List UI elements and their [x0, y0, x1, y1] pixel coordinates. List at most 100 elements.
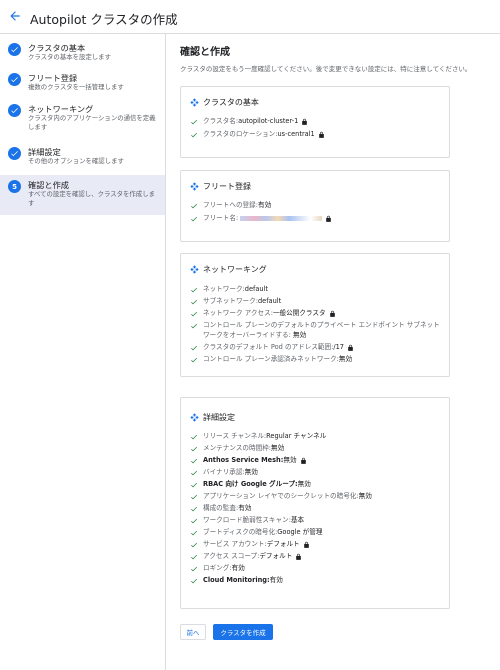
- arrow-back-icon[interactable]: [8, 9, 22, 23]
- summary-row: フリート名:: [190, 214, 332, 224]
- row-label: ネットワーク アクセス:: [203, 309, 273, 317]
- card-title: フリート登録: [203, 182, 251, 191]
- row-value: autopilot-cluster-1: [238, 117, 299, 125]
- summary-row: バイナリ承認: 無効: [190, 468, 258, 478]
- move-icon: [190, 265, 199, 274]
- summary-card-networking: ネットワーキング ネットワーク: default サブネットワーク: defau…: [180, 253, 450, 377]
- card-title: 詳細設定: [203, 413, 235, 422]
- row-value: 有効: [269, 576, 283, 584]
- row-value: 無効: [358, 492, 372, 500]
- lock-icon: [326, 215, 332, 222]
- step-number-badge: 5: [8, 180, 21, 193]
- summary-row: ロギング: 有効: [190, 564, 245, 574]
- check-circle-icon: [8, 73, 21, 86]
- row-label: バイナリ承認:: [203, 468, 245, 476]
- row-label: リリース チャンネル:: [203, 432, 267, 440]
- summary-row: ブートディスクの暗号化: Google が管理: [190, 528, 322, 538]
- row-label: フリートへの登録:: [203, 201, 258, 209]
- check-icon: [191, 518, 197, 524]
- step-networking[interactable]: ネットワーキング クラスタ内のアプリケーションの通信を定義します: [0, 101, 165, 141]
- row-label: メンテナンスの時間枠:: [203, 444, 272, 452]
- check-icon: [191, 530, 197, 536]
- check-icon: [191, 578, 197, 584]
- move-icon: [190, 182, 199, 191]
- step-advanced-settings[interactable]: 詳細設定 その他のオプションを確認します: [0, 144, 165, 174]
- check-circle-icon: [8, 147, 21, 160]
- move-icon: [190, 413, 199, 422]
- step-number: 5: [12, 182, 17, 191]
- row-value: default: [257, 297, 282, 305]
- summary-row: クラスタのロケーション: us-central1: [190, 130, 325, 140]
- row-label: フリート名:: [203, 214, 239, 222]
- row-label: アプリケーション レイヤでのシークレットの暗号化:: [203, 492, 359, 500]
- main-content: 確認と作成 クラスタの設定をもう一度確認してください。後で変更できない設定には、…: [166, 34, 500, 670]
- row-value: デフォルト: [266, 540, 300, 548]
- step-cluster-basics[interactable]: クラスタの基本 クラスタの基本を設定します: [0, 40, 165, 68]
- step-description: 複数のクラスタを一括管理します: [28, 83, 124, 91]
- summary-row: Anthos Service Mesh: 無効: [190, 456, 307, 466]
- summary-card-cluster-basics: クラスタの基本 クラスタ名: autopilot-cluster-1 クラスタの…: [180, 86, 450, 158]
- check-icon: [191, 470, 197, 476]
- summary-row: アクセス スコープ: デフォルト: [190, 552, 302, 562]
- row-value: 有効: [231, 564, 245, 572]
- summary-row: ワークロード脆弱性スキャン: 基本: [190, 516, 304, 526]
- row-label: ワークロード脆弱性スキャン:: [203, 516, 291, 524]
- lock-icon: [348, 344, 353, 351]
- summary-row: Cloud Monitoring: 有効: [190, 576, 283, 586]
- page-title: 確認と作成: [180, 47, 230, 58]
- previous-button[interactable]: 前へ: [180, 624, 206, 640]
- row-value: 基本: [290, 516, 305, 524]
- move-icon: [190, 98, 199, 107]
- row-label: クラスタ名:: [203, 117, 239, 125]
- summary-row: リリース チャンネル: Regular チャンネル: [190, 432, 326, 442]
- check-icon: [191, 566, 197, 572]
- row-value: default: [244, 285, 268, 293]
- summary-card-advanced-settings: 詳細設定 リリース チャンネル: Regular チャンネル メンテナンスの時間…: [180, 397, 450, 609]
- create-cluster-button[interactable]: クラスタを作成: [213, 624, 273, 640]
- row-value: デフォルト: [259, 552, 293, 560]
- check-icon: [191, 299, 197, 305]
- check-icon: [191, 554, 197, 560]
- lock-icon: [318, 131, 324, 138]
- summary-row: RBAC 向け Google グループ: 無効: [190, 480, 311, 490]
- row-value: 無効: [283, 456, 297, 464]
- step-review-create[interactable]: 5 確認と作成 すべての設定を確認し、クラスタを作成します: [0, 175, 165, 215]
- row-label: RBAC 向け Google グループ:: [203, 480, 298, 488]
- card-title: クラスタの基本: [203, 98, 259, 107]
- row-label: ロギング:: [203, 564, 232, 572]
- check-icon: [191, 482, 197, 488]
- summary-row: アプリケーション レイヤでのシークレットの暗号化: 無効: [190, 492, 372, 502]
- row-value: 有効: [238, 504, 252, 512]
- row-value: 無効: [297, 480, 311, 488]
- stepper-sidebar: クラスタの基本 クラスタの基本を設定します フリート登録 複数のクラスタを一括管…: [0, 34, 166, 670]
- row-label: Cloud Monitoring:: [203, 576, 270, 584]
- redacted-value: [240, 216, 323, 221]
- step-fleet-registration[interactable]: フリート登録 複数のクラスタを一括管理します: [0, 70, 165, 98]
- summary-row: 構成の監査: 有効: [190, 504, 251, 514]
- check-icon: [191, 542, 197, 548]
- check-icon: [191, 458, 197, 464]
- row-label: 構成の監査:: [203, 504, 239, 512]
- check-circle-icon: [8, 104, 21, 117]
- row-label: アクセス スコープ:: [203, 552, 260, 560]
- row-label: コントロール プレーン承認済みネットワーク:: [203, 355, 339, 363]
- step-description: その他のオプションを確認します: [28, 157, 124, 165]
- summary-row: フリートへの登録: 有効: [190, 201, 271, 211]
- lock-icon: [302, 118, 308, 125]
- summary-row: ネットワーク: default: [190, 285, 268, 295]
- row-label: Anthos Service Mesh:: [203, 456, 284, 464]
- row-value: 無効: [271, 444, 285, 452]
- check-icon: [191, 506, 197, 512]
- check-icon: [191, 345, 197, 351]
- summary-row: コントロール プレーンのデフォルトのプライベート エンドポイント サブネットワー…: [190, 321, 440, 340]
- lock-icon: [300, 457, 306, 464]
- row-value: 無効: [338, 355, 353, 363]
- lock-icon: [296, 553, 302, 560]
- summary-row: メンテナンスの時間枠: 無効: [190, 444, 284, 454]
- row-value: 有効: [257, 201, 272, 209]
- check-icon: [191, 216, 197, 222]
- check-icon: [191, 446, 197, 452]
- check-icon: [191, 132, 197, 138]
- step-description: すべての設定を確認し、クラスタを作成します: [28, 190, 155, 207]
- row-value: 一般公開クラスタ: [272, 309, 326, 317]
